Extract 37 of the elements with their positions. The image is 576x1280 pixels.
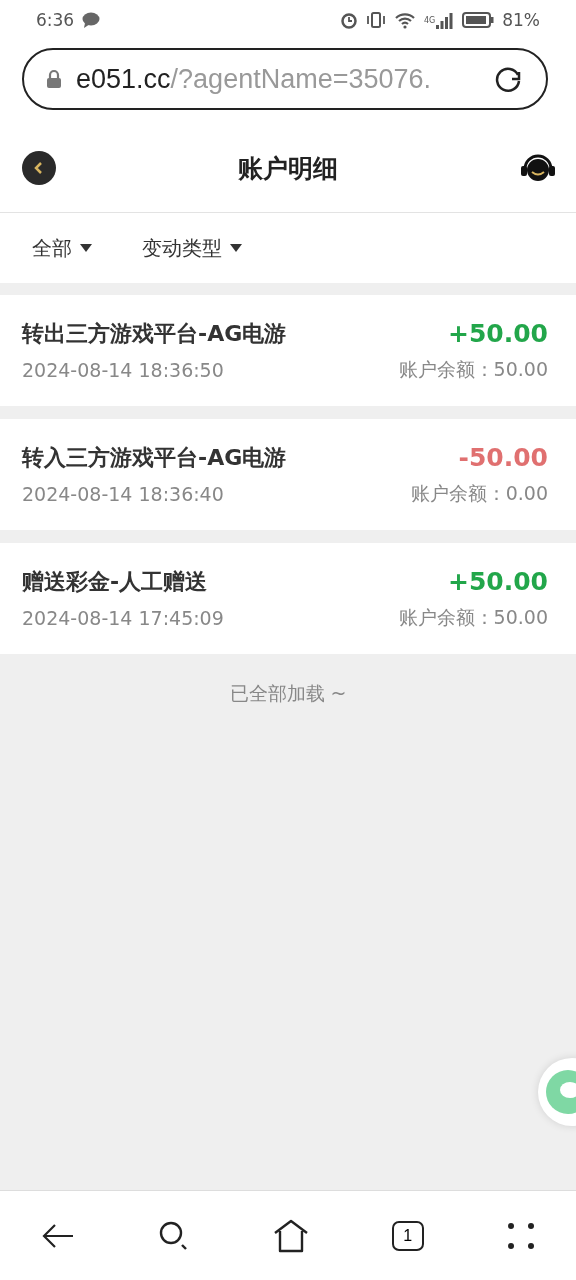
transaction-time: 2024-08-14 18:36:50 xyxy=(22,358,224,381)
back-arrow-icon[interactable] xyxy=(41,1221,76,1250)
filter-dropdown[interactable]: 变动类型 xyxy=(142,234,242,262)
account-balance: 账户余额：50.00 xyxy=(398,356,548,382)
chat-bubble-icon xyxy=(82,12,101,28)
vibrate-icon xyxy=(365,11,386,29)
filter-dropdown[interactable]: 全部 xyxy=(32,234,92,262)
lock-icon xyxy=(46,69,62,89)
network-label: 4G xyxy=(423,15,436,25)
transaction-time: 2024-08-14 18:36:40 xyxy=(22,482,224,505)
transaction-time: 2024-08-14 17:45:09 xyxy=(22,606,224,629)
account-balance: 账户余额：0.00 xyxy=(410,480,548,506)
home-icon[interactable] xyxy=(273,1218,309,1253)
transaction-amount: -50.00 xyxy=(458,443,548,472)
caret-icon xyxy=(80,244,92,252)
url-host: e051.cc xyxy=(76,63,171,95)
transaction-title: 转入三方游戏平台-AG电游 xyxy=(22,443,287,472)
transaction-amount: +50.00 xyxy=(447,319,548,348)
signal-icon xyxy=(436,11,455,29)
page-title: 账户明细 xyxy=(238,152,338,185)
chevron-left-icon xyxy=(33,161,45,175)
end-of-list-note: 已全部加载 ~ xyxy=(229,682,347,704)
address-bar[interactable]: e051.cc/?agentName=35076. xyxy=(22,48,548,110)
back-button[interactable] xyxy=(22,151,56,185)
account-balance: 账户余额：50.00 xyxy=(398,604,548,630)
transaction-title: 赠送彩金-人工赠送 xyxy=(22,567,208,596)
tabs-button[interactable]: 1 xyxy=(391,1220,424,1251)
url-path: /?agentName=35076. xyxy=(170,63,432,95)
battery-percent: 81% xyxy=(502,10,540,30)
menu-icon[interactable] xyxy=(506,1221,535,1250)
transaction-amount: +50.00 xyxy=(447,567,548,596)
caret-icon xyxy=(230,244,242,252)
battery-icon xyxy=(462,11,495,29)
transaction-title: 转出三方游戏平台-AG电游 xyxy=(22,319,287,348)
wifi-icon xyxy=(393,11,416,29)
clock-time: 6:36 xyxy=(36,10,75,30)
alarm-icon xyxy=(339,11,358,29)
